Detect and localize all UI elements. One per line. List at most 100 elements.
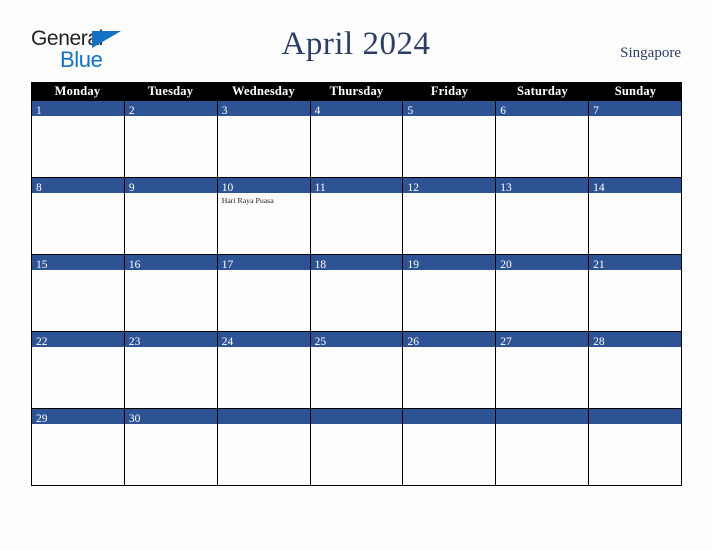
day-cell-9[interactable]: 9 [124,178,218,255]
day-number-bar: 1 [32,101,124,117]
day-cell-26[interactable]: 26 [403,332,497,409]
page-header: General Blue April 2024 Singapore [0,0,712,82]
weekday-header-saturday: Saturday [517,84,568,98]
day-number-bar [310,409,403,424]
day-number-bar: 3 [217,101,310,117]
day-number-bar: 21 [589,255,682,271]
calendar-weeks: 1 2 3 4 5 6 7 8 9 10 Hari Raya Puasa 11 12 13 14 15 16 17… [31,101,683,486]
day-events [403,347,496,408]
day-cell-15[interactable]: 15 [32,255,125,332]
day-events [124,424,217,485]
day-number-bar: 26 [403,332,496,348]
day-events [310,347,403,408]
calendar-grid: Monday Tuesday Wednesday Thursday Friday Satu… [31,82,683,486]
day-events [217,347,310,408]
day-cell-24[interactable]: 24 [217,332,311,409]
day-number-bar: 23 [124,332,217,348]
day-cell-22[interactable]: 22 [32,332,125,409]
day-cell-empty[interactable] [589,409,683,486]
calendar-week-row: 15 16 17 18 19 20 21 [31,255,683,332]
day-cell-18[interactable]: 18 [310,255,404,332]
day-events [124,270,217,331]
day-events [32,116,124,177]
calendar-week-row: 1234567 [31,101,683,178]
day-cell-empty[interactable] [496,409,590,486]
day-cell-21[interactable]: 21 [589,255,683,332]
weekday-header-friday: Friday [430,84,469,98]
day-cell-8[interactable]: 8 [32,178,125,255]
day-cell-23[interactable]: 23 [124,332,218,409]
day-events [310,116,403,177]
page-title: April 2024 [281,26,431,62]
weekday-header-tuesday: Tuesday [147,84,194,98]
day-number-bar: 8 [32,178,124,194]
day-events [124,347,217,408]
day-number-bar: 14 [589,178,682,194]
day-events [496,270,589,331]
day-events [589,193,682,254]
day-number-bar [496,409,589,424]
day-cell-empty[interactable] [310,409,404,486]
day-events [32,270,124,331]
day-number-bar: 27 [496,332,589,348]
day-cell-16[interactable]: 16 [124,255,218,332]
day-cell-5[interactable]: 5 [403,101,497,178]
day-cell-17[interactable]: 17 [217,255,311,332]
day-events: Hari Raya Puasa [217,193,310,254]
day-cell-7[interactable]: 7 [589,101,683,178]
day-cell-2[interactable]: 2 [124,101,218,178]
day-number-bar: 10 [217,178,310,194]
weekday-header-monday: Monday [54,84,101,98]
day-number-bar: 4 [310,101,403,117]
day-cell-27[interactable]: 27 [496,332,590,409]
day-cell-4[interactable]: 4 [310,101,404,178]
day-cell-3[interactable]: 3 [217,101,311,178]
day-events [217,424,310,485]
day-number-bar: 13 [496,178,589,194]
calendar-week-row: 22 23 24 25 26 27 28 [31,332,683,409]
day-events [310,424,403,485]
day-number-bar: 24 [217,332,310,348]
day-number-bar [403,409,496,424]
day-number-bar: 22 [32,332,124,348]
day-number-bar: 30 [124,409,217,425]
region-label: Singapore [620,45,681,61]
day-events [496,424,589,485]
day-cell-28[interactable]: 28 [589,332,683,409]
day-number-bar: 7 [589,101,682,117]
day-cell-30[interactable]: 30 [124,409,218,486]
day-events [589,270,682,331]
day-cell-20[interactable]: 20 [496,255,590,332]
day-cell-11[interactable]: 11 [310,178,404,255]
weekday-header-thursday: Thursday [329,84,384,98]
day-cell-1[interactable]: 1 [32,101,125,178]
day-cell-25[interactable]: 25 [310,332,404,409]
day-events [217,116,310,177]
day-cell-14[interactable]: 14 [589,178,683,255]
day-number-bar: 28 [589,332,682,348]
calendar-week-row: 8 9 10 Hari Raya Puasa 11 12 13 14 [31,178,683,255]
day-cell-empty[interactable] [403,409,497,486]
day-number-bar: 2 [124,101,217,117]
day-number-bar: 5 [403,101,496,117]
day-cell-empty[interactable] [217,409,311,486]
day-cell-10[interactable]: 10 Hari Raya Puasa [217,178,311,255]
day-cell-29[interactable]: 29 [32,409,125,486]
day-events [589,347,682,408]
day-cell-13[interactable]: 13 [496,178,590,255]
day-number-bar: 18 [310,255,403,271]
day-events [32,424,124,485]
calendar-week-row: 29 30 [31,409,683,486]
day-cell-6[interactable]: 6 [496,101,590,178]
day-events [496,193,589,254]
day-events [589,424,682,485]
day-events [310,270,403,331]
day-events [124,193,217,254]
day-cell-12[interactable]: 12 [403,178,497,255]
day-cell-19[interactable]: 19 [403,255,497,332]
day-number-bar: 17 [217,255,310,271]
day-events [124,116,217,177]
day-events [403,193,496,254]
day-events [32,347,124,408]
day-events [217,270,310,331]
